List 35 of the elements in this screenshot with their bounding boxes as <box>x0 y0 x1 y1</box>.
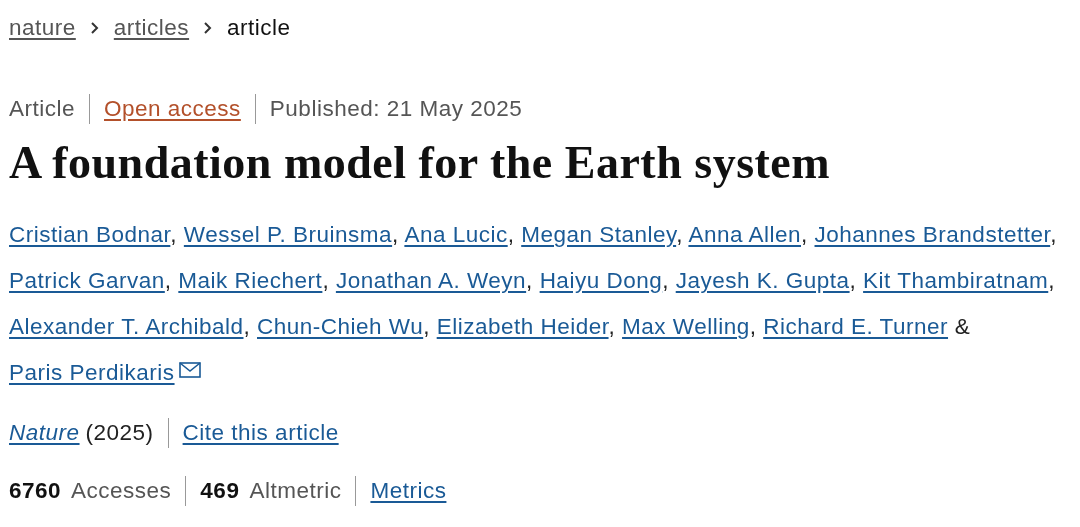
author-link[interactable]: Johannes Brandstetter <box>814 222 1051 247</box>
author-link[interactable]: Anna Allen <box>688 222 801 247</box>
author-link[interactable]: Max Welling <box>622 314 750 339</box>
chevron-icon <box>203 21 214 35</box>
metric-stat: 6760 Accesses <box>9 478 172 504</box>
published-date: Published: 21 May 2025 <box>269 96 523 122</box>
journal-link[interactable]: Nature <box>9 420 80 446</box>
author-link[interactable]: Alexander T. Archibald <box>9 314 244 339</box>
author-link[interactable]: Chun-Chieh Wu <box>257 314 424 339</box>
author-link[interactable]: Kit Thambiratnam <box>863 268 1049 293</box>
article-title: A foundation model for the Earth system <box>9 138 832 188</box>
open-access-link[interactable]: Open access <box>104 96 241 122</box>
chevron-icon <box>89 21 100 35</box>
breadcrumb-link[interactable]: nature <box>9 15 76 41</box>
author-link[interactable]: Maik Riechert <box>178 268 323 293</box>
author-link[interactable]: Haiyu Dong <box>539 268 663 293</box>
author-link[interactable]: Megan Stanley <box>521 222 677 247</box>
article-type: Article <box>9 96 75 122</box>
metrics-link[interactable]: Metrics <box>370 478 447 504</box>
author-link[interactable]: Cristian Bodnar <box>9 222 171 247</box>
author-link[interactable]: Elizabeth Heider <box>436 314 609 339</box>
author-link[interactable]: Ana Lucic <box>404 222 508 247</box>
breadcrumb-current: article <box>227 15 291 41</box>
publication-year: (2025) <box>85 420 154 446</box>
author-list: Cristian Bodnar, Wessel P. Bruinsma, Ana Lucic, Megan Stanley, Anna Allen, Johannes Brandstetter, Patrick Garvan, Maik Riechert, Jonathan A. Weyn, Haiyu Dong, Jayesh K. Gupta, Kit Thambiratnam, Alexander T. Archibald, Chun-Chieh Wu, Elizabeth Heider, Max Welling, Richard E. Turner & Paris Perdikaris <box>9 212 1077 396</box>
metric-stat: 469 Altmetric <box>200 478 342 504</box>
author-link[interactable]: Richard E. Turner <box>763 314 949 339</box>
author-link[interactable]: Jayesh K. Gupta <box>675 268 850 293</box>
author-link[interactable]: Paris Perdikaris <box>9 360 175 385</box>
breadcrumb-link[interactable]: articles <box>113 15 190 41</box>
cite-link[interactable]: Cite this article <box>182 420 339 446</box>
mail-icon[interactable] <box>178 362 201 378</box>
author-link[interactable]: Wessel P. Bruinsma <box>183 222 393 247</box>
author-link[interactable]: Patrick Garvan <box>9 268 165 293</box>
author-link[interactable]: Jonathan A. Weyn <box>335 268 527 293</box>
